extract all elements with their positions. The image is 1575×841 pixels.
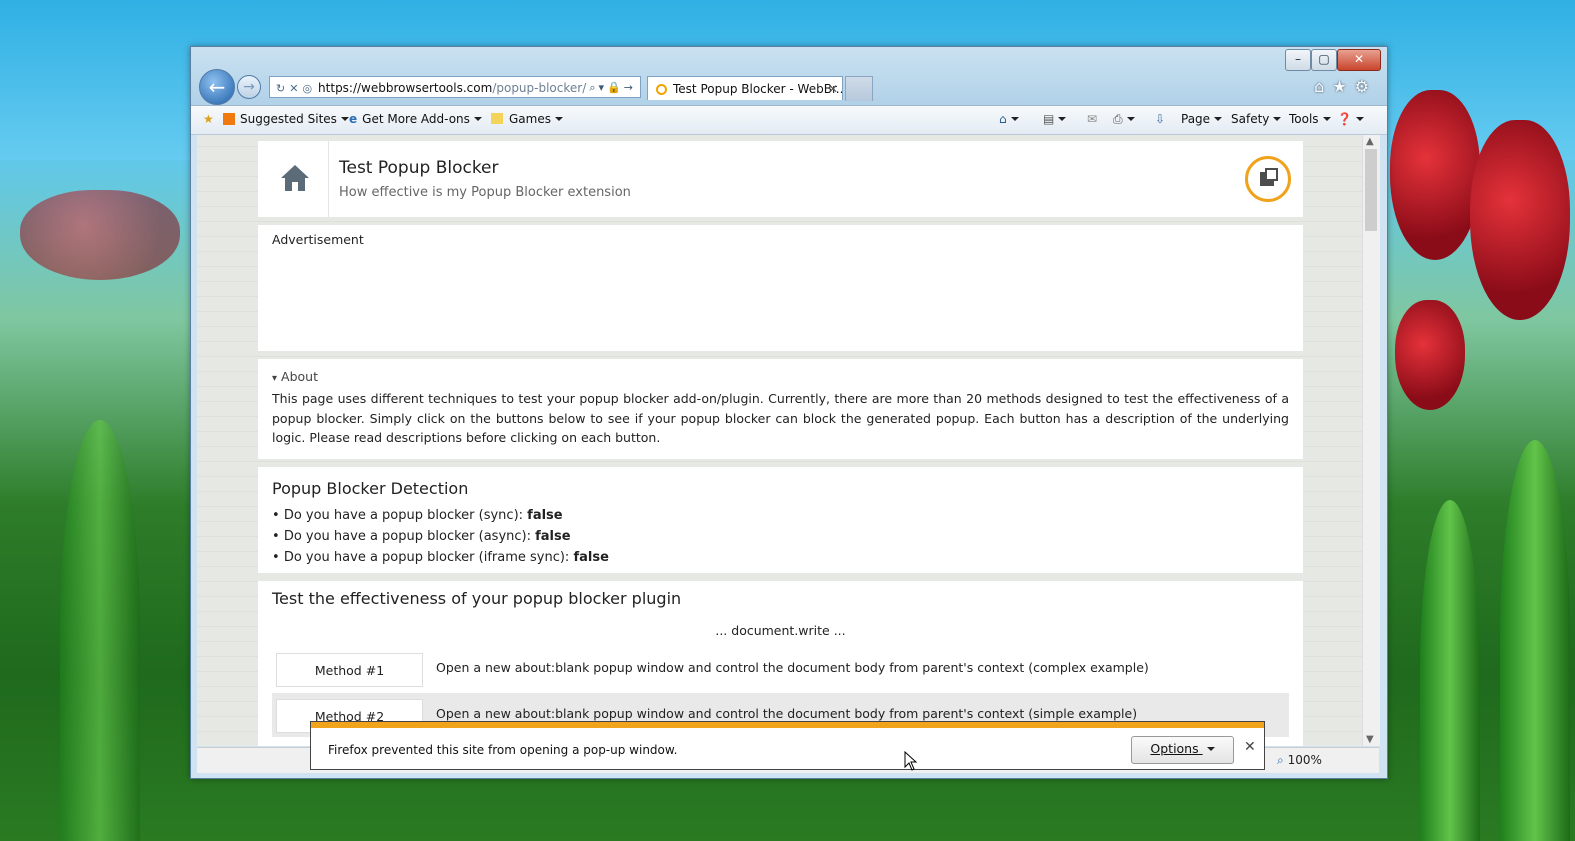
favorites-bar: ★ Suggested Sites e Get More Add-ons Game…: [191, 105, 1387, 135]
home-icon[interactable]: ⌂: [999, 112, 1019, 126]
background-leaf: [1500, 440, 1570, 841]
download-icon[interactable]: ⇩: [1155, 112, 1165, 126]
refresh-icon[interactable]: ↻: [276, 82, 285, 95]
group-heading: ... document.write ...: [715, 623, 846, 638]
tab-title: Test Popup Blocker - WebBr...: [673, 82, 843, 96]
notification-close-icon[interactable]: ✕: [1244, 739, 1256, 755]
detection-item: • Do you have a popup blocker (sync): fa…: [272, 508, 563, 523]
tab-active[interactable]: Test Popup Blocker - WebBr... ✕: [647, 76, 843, 100]
mail-icon[interactable]: ✉: [1087, 112, 1097, 126]
url-path: /popup-blocker/: [492, 81, 587, 95]
detection-title: Popup Blocker Detection: [272, 479, 469, 498]
method-description: Open a new about:blank popup window and …: [436, 706, 1138, 721]
scroll-up-icon[interactable]: ▲: [1366, 136, 1374, 147]
popup-blocked-notification: Firefox prevented this site from opening…: [310, 721, 1265, 770]
tests-title: Test the effectiveness of your popup blo…: [272, 589, 682, 608]
notification-message: Firefox prevented this site from opening…: [328, 743, 678, 757]
detection-item: • Do you have a popup blocker (iframe sy…: [272, 550, 609, 565]
mouse-cursor-icon: [904, 751, 918, 771]
print-icon[interactable]: ⎙: [1113, 112, 1135, 127]
page-title: Test Popup Blocker: [339, 158, 499, 178]
safety-menu[interactable]: Safety: [1231, 112, 1282, 126]
page-viewport: Test Popup Blocker How effective is my P…: [197, 135, 1362, 746]
back-button[interactable]: ←: [199, 69, 235, 105]
background-tulip: [1390, 90, 1480, 260]
tools-menu[interactable]: Tools: [1289, 112, 1331, 126]
zoom-icon: ⌕: [1277, 753, 1284, 767]
header-card: Test Popup Blocker How effective is my P…: [258, 141, 1303, 217]
background-leaf: [1420, 500, 1480, 841]
zoom-level: 100%: [1287, 753, 1322, 767]
background-tulip: [20, 190, 180, 280]
page-menu[interactable]: Page: [1181, 112, 1223, 126]
detection-card: Popup Blocker Detection • Do you have a …: [258, 467, 1303, 573]
page-subtitle: How effective is my Popup Blocker extens…: [339, 185, 631, 200]
browser-window: – ▢ ✕ ← → ↻ ✕ ◎ https://webbrowsertools.com…: [190, 46, 1388, 779]
forward-button[interactable]: →: [237, 75, 261, 99]
method-1-button[interactable]: Method #1: [276, 653, 423, 687]
options-button[interactable]: Options: [1131, 736, 1234, 764]
suggested-sites-icon: [223, 113, 235, 125]
url-host: https://webbrowsertools.com: [318, 81, 493, 95]
games-folder-link[interactable]: Games: [491, 112, 563, 126]
suggested-sites-link[interactable]: Suggested Sites: [223, 112, 349, 126]
ie-icon: e: [349, 112, 358, 126]
notification-accent-bar: [311, 722, 1264, 728]
address-bar[interactable]: ↻ ✕ ◎ https://webbrowsertools.com/popup-blo…: [269, 76, 641, 98]
zoom-control[interactable]: ⌕ 100%: [1277, 753, 1322, 768]
folder-icon: [491, 113, 503, 124]
feeds-icon[interactable]: ▤: [1043, 112, 1067, 126]
background-tulip: [1470, 120, 1570, 320]
about-card: ▾ About This page uses different techniq…: [258, 359, 1303, 459]
advertisement-label: Advertisement: [272, 232, 364, 247]
about-text: This page uses different techniques to t…: [272, 391, 1289, 445]
stop-icon[interactable]: ✕: [289, 82, 298, 95]
favorites-star-icon[interactable]: ★: [203, 112, 214, 126]
method-row: Method #1 Open a new about:blank popup w…: [272, 647, 1289, 691]
advertisement-card: Advertisement: [258, 225, 1303, 351]
about-toggle[interactable]: ▾ About: [272, 369, 1289, 384]
tab-close-icon[interactable]: ✕: [828, 77, 838, 100]
minimize-button[interactable]: –: [1285, 49, 1311, 71]
house-icon: [281, 165, 309, 191]
tab-favicon-icon: [656, 84, 667, 95]
close-window-button[interactable]: ✕: [1337, 49, 1381, 71]
triangle-down-icon: ▾: [272, 373, 278, 384]
home-favorites-settings-icons[interactable]: ⌂★⚙: [1314, 77, 1377, 96]
method-description: Open a new about:blank popup window and …: [436, 660, 1149, 675]
maximize-button[interactable]: ▢: [1311, 49, 1337, 71]
scroll-down-icon[interactable]: ▼: [1366, 734, 1374, 745]
get-addons-link[interactable]: e Get More Add-ons: [349, 112, 482, 126]
site-icon: ◎: [302, 82, 313, 95]
background-tulip: [1395, 300, 1465, 410]
vertical-scrollbar[interactable]: ▲ ▼: [1362, 135, 1380, 746]
home-button[interactable]: [258, 141, 329, 217]
background-leaf: [60, 420, 140, 841]
scroll-thumb[interactable]: [1365, 149, 1377, 231]
detection-item: • Do you have a popup blocker (async): f…: [272, 529, 571, 544]
help-icon[interactable]: ❓: [1337, 112, 1364, 126]
popup-logo-icon: [1245, 156, 1291, 202]
new-tab-button[interactable]: [845, 76, 873, 101]
address-tools-icon[interactable]: ⌕▾🔒→: [589, 77, 636, 97]
